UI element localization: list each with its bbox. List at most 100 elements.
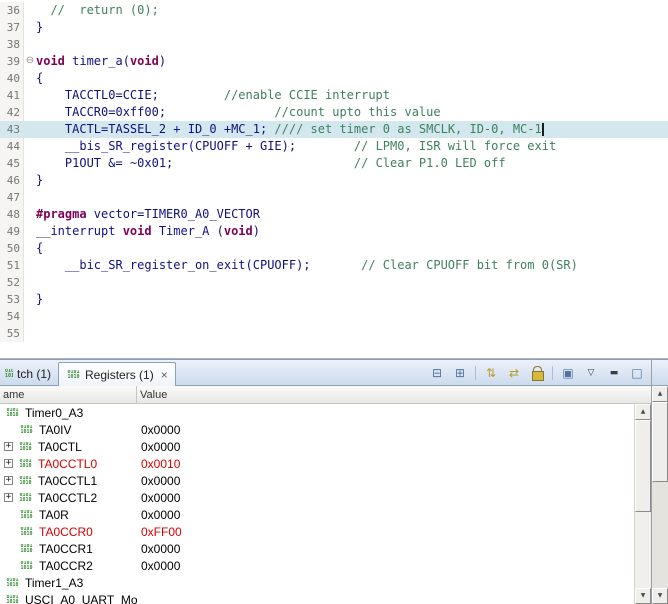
scrollbar-track[interactable]	[635, 512, 651, 588]
code-line[interactable]: 55	[0, 325, 668, 342]
maximize-icon[interactable]: □	[629, 365, 645, 381]
fold-margin	[24, 2, 36, 19]
register-row[interactable]: 0101 1010 TA0R 0x0000	[0, 506, 634, 523]
line-number[interactable]: 43	[0, 121, 24, 138]
register-row[interactable]: +0101 1010 TA0CCTL0 0x0010	[0, 455, 634, 472]
minimize-icon[interactable]: ▬	[606, 365, 622, 381]
code-text: void timer_a(void)	[36, 54, 167, 68]
outer-scrollbar-thumb[interactable]	[652, 402, 668, 482]
register-row[interactable]: 0101 1010 TA0IV 0x0000	[0, 421, 634, 438]
register-row[interactable]: 0101 1010 TA0CCR1 0x0000	[0, 540, 634, 557]
line-number[interactable]: 47	[0, 189, 24, 206]
line-number[interactable]: 39	[0, 53, 24, 70]
tab-registers[interactable]: 0101 1010 Registers (1) ×	[58, 362, 176, 386]
code-line[interactable]: 50 {	[0, 240, 668, 257]
line-number[interactable]: 46	[0, 172, 24, 189]
write-registers-icon[interactable]: ⇄	[506, 365, 522, 381]
fold-marker-icon[interactable]: ⊖	[24, 53, 36, 70]
line-number[interactable]: 53	[0, 291, 24, 308]
toolbar-separator	[552, 366, 553, 380]
line-number[interactable]: 54	[0, 308, 24, 325]
register-name: Timer1_A3	[25, 575, 84, 590]
outer-scroll-up-icon[interactable]: ▲	[652, 386, 668, 402]
registers-table: 0101 1010 Timer0_A3 0101 1010 TA0IV 0x0000 +0…	[0, 404, 651, 604]
code-line[interactable]: 45 P1OUT &= ~0x01; // Clear P1.0 LED off	[0, 155, 668, 172]
code-line[interactable]: 49 __interrupt void Timer_A (void)	[0, 223, 668, 240]
outer-scrollbar-track[interactable]	[652, 482, 668, 588]
scroll-up-icon[interactable]: ▲	[635, 404, 651, 420]
new-register-group-icon[interactable]: ▣	[560, 365, 576, 381]
expand-icon[interactable]: +	[4, 459, 13, 468]
code-line[interactable]: 37}	[0, 19, 668, 36]
code-line[interactable]: 36 // return (0);	[0, 2, 668, 19]
code-editor[interactable]: 36 // return (0); 37} 38 39 ⊖ void timer_a(vo…	[0, 0, 668, 359]
layout-collapse-icon[interactable]: ⊟	[429, 365, 445, 381]
register-icon: 0101 1010	[20, 560, 33, 571]
registers-scrollbar[interactable]: ▲ ▼	[634, 404, 651, 604]
line-number[interactable]: 38	[0, 36, 24, 53]
line-number[interactable]: 41	[0, 87, 24, 104]
expand-icon[interactable]: +	[4, 476, 13, 485]
code-text: TACTL=TASSEL_2 + ID_0 +MC_1; //// set ti…	[36, 122, 544, 136]
register-name: TA0CCR1	[39, 541, 93, 556]
code-line[interactable]: 43 TACTL=TASSEL_2 + ID_0 +MC_1; //// set…	[0, 121, 668, 138]
code-line[interactable]: 46}	[0, 172, 668, 189]
code-line[interactable]: 40 {	[0, 70, 668, 87]
expand-icon[interactable]: +	[4, 442, 13, 451]
line-number[interactable]: 50	[0, 240, 24, 257]
line-number[interactable]: 55	[0, 325, 24, 342]
registers-view: 0101 1010 tch (1) 0101 1010 Registers (1…	[0, 359, 651, 604]
line-number[interactable]: 37	[0, 19, 24, 36]
code-line[interactable]: 51 __bic_SR_register_on_exit(CPUOFF); //…	[0, 257, 668, 274]
line-number[interactable]: 51	[0, 257, 24, 274]
line-number[interactable]: 44	[0, 138, 24, 155]
line-number[interactable]: 36	[0, 2, 24, 19]
register-value: 0x0000	[141, 422, 181, 437]
code-line[interactable]: 53}	[0, 291, 668, 308]
line-number[interactable]: 49	[0, 223, 24, 240]
code-line[interactable]: 39 ⊖ void timer_a(void)	[0, 53, 668, 70]
register-name: TA0CCR2	[39, 558, 93, 573]
toolbar-separator	[475, 366, 476, 380]
register-icon: 0101 1010	[19, 441, 32, 452]
code-line[interactable]: 48 #pragma vector=TIMER0_A0_VECTOR	[0, 206, 668, 223]
code-line[interactable]: 41 TACCTL0=CCIE; //enable CCIE interrupt	[0, 87, 668, 104]
code-line[interactable]: 44 __bis_SR_register(CPUOFF + GIE); // L…	[0, 138, 668, 155]
tab-watch[interactable]: 0101 1010 tch (1)	[0, 363, 58, 385]
code-line[interactable]: 47	[0, 189, 668, 206]
view-menu-icon[interactable]: ▽	[583, 365, 599, 381]
code-text: TACCTL0=CCIE; //enable CCIE interrupt	[36, 88, 391, 102]
fold-margin	[24, 206, 36, 223]
line-number[interactable]: 45	[0, 155, 24, 172]
layout-grid-icon[interactable]: ⊞	[452, 365, 468, 381]
register-group-row[interactable]: 0101 1010 Timer0_A3	[0, 404, 634, 421]
register-row[interactable]: 0101 1010 TA0CCR2 0x0000	[0, 557, 634, 574]
code-line[interactable]: 38	[0, 36, 668, 53]
refresh-registers-icon[interactable]: ⇅	[483, 365, 499, 381]
line-number[interactable]: 42	[0, 104, 24, 121]
register-row[interactable]: +0101 1010 TA0CCTL1 0x0000	[0, 472, 634, 489]
outer-scroll-down-icon[interactable]: ▼	[652, 588, 668, 604]
line-number[interactable]: 40	[0, 70, 24, 87]
code-text: }	[36, 292, 44, 306]
line-number[interactable]: 48	[0, 206, 24, 223]
code-line[interactable]: 54	[0, 308, 668, 325]
register-group-row[interactable]: 0101 1010 USCI_A0_UART_Mo	[0, 591, 634, 604]
register-row[interactable]: +0101 1010 TA0CTL 0x0000	[0, 438, 634, 455]
scrollbar-thumb[interactable]	[635, 420, 651, 512]
close-icon[interactable]: ×	[161, 369, 168, 381]
column-header-name[interactable]: ame	[0, 386, 137, 403]
column-header-value[interactable]: Value	[137, 386, 651, 403]
code-line[interactable]: 42 TACCR0=0xff00; //count upto this valu…	[0, 104, 668, 121]
lock-icon[interactable]	[529, 365, 545, 381]
scroll-down-icon[interactable]: ▼	[635, 588, 651, 604]
expand-icon[interactable]: +	[4, 493, 13, 502]
register-name: TA0CTL	[38, 439, 82, 454]
register-group-row[interactable]: 0101 1010 Timer1_A3	[0, 574, 634, 591]
register-row[interactable]: 0101 1010 TA0CCR0 0xFF00	[0, 523, 634, 540]
bottom-panel: 0101 1010 tch (1) 0101 1010 Registers (1…	[0, 359, 668, 604]
register-row[interactable]: +0101 1010 TA0CCTL2 0x0000	[0, 489, 634, 506]
line-number[interactable]: 52	[0, 274, 24, 291]
code-line[interactable]: 52	[0, 274, 668, 291]
fold-margin	[24, 325, 36, 342]
